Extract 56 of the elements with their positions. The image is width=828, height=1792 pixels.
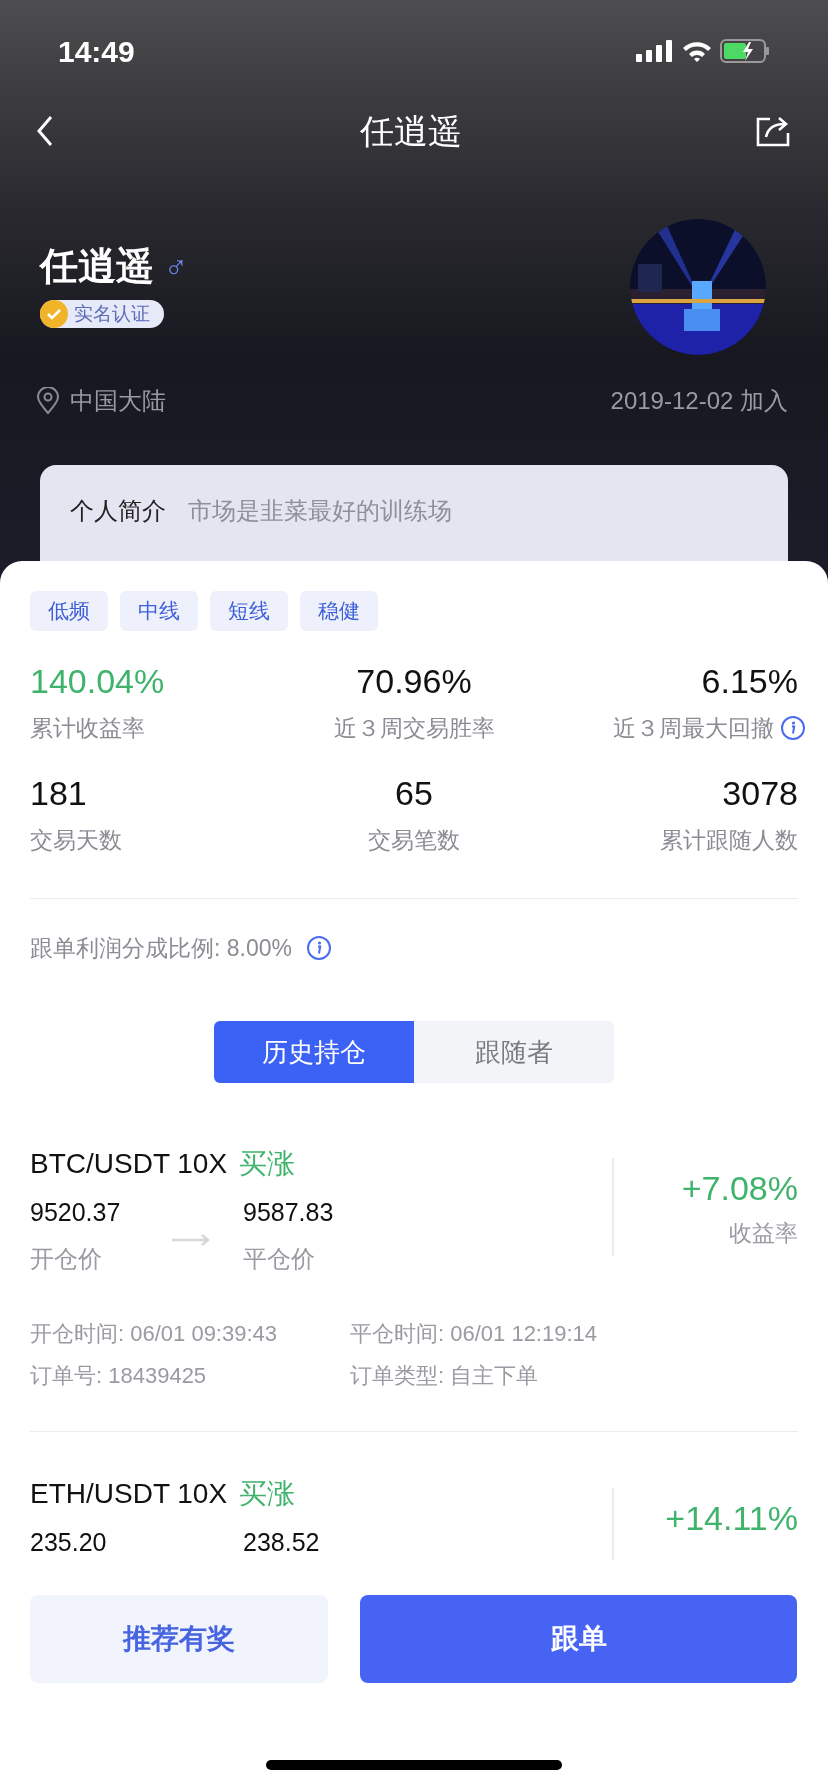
stat-label: 交易笔数: [368, 825, 460, 855]
style-tag: 低频: [30, 591, 108, 631]
open-price: 9520.37: [30, 1197, 122, 1229]
check-icon: [40, 300, 68, 328]
bio-text: 市场是韭菜最好的训练场: [188, 496, 452, 525]
stat-label: 累计收益率: [30, 713, 145, 743]
position-side: 买涨: [239, 1147, 296, 1181]
join-date: 2019-12-02 加入: [610, 386, 788, 416]
stat-value: 3078: [722, 773, 798, 813]
style-tag: 稳健: [300, 591, 378, 631]
tab[interactable]: 历史持仓: [214, 1021, 414, 1083]
stat-value: 6.15%: [701, 661, 798, 701]
back-icon: [36, 115, 54, 147]
profit-rate: +7.08%: [681, 1168, 798, 1208]
stat-label: 交易天数: [30, 825, 122, 855]
info-icon[interactable]: [780, 715, 806, 741]
bio-label: 个人简介: [70, 496, 166, 525]
profit-rate: +14.11%: [665, 1498, 798, 1538]
stat-value: 70.96%: [356, 661, 472, 701]
stat-value: 140.04%: [30, 661, 165, 701]
location-pin-icon: [36, 387, 60, 415]
close-price: 238.52: [243, 1527, 320, 1559]
signal-icon: [636, 40, 674, 62]
profit-label: 收益率: [729, 1219, 798, 1248]
user-name: 任逍遥: [40, 243, 154, 289]
male-sign: ♂: [164, 247, 188, 286]
close-time: 平仓时间: 06/01 12:19:14: [350, 1320, 599, 1347]
position-side: 买涨: [239, 1477, 296, 1511]
stat-value: 181: [30, 773, 87, 813]
trading-pair: ETH/USDT 10X: [30, 1477, 228, 1511]
open-price: 235.20: [30, 1527, 108, 1559]
order-number: 订单号: 18439425: [30, 1362, 208, 1389]
location-text: 中国大陆: [70, 386, 166, 416]
open-time: 开仓时间: 06/01 09:39:43: [30, 1320, 279, 1347]
verified-badge: 实名认证: [40, 300, 164, 328]
wifi-icon: [682, 40, 712, 62]
stat-value: 65: [395, 773, 433, 813]
referral-button[interactable]: 推荐有奖: [30, 1595, 328, 1683]
page-title: 任逍遥: [360, 110, 462, 152]
stat-label: 近３周交易胜率: [333, 713, 495, 743]
style-tag: 短线: [210, 591, 288, 631]
share-ratio-text: 跟单利润分成比例: 8.00%: [30, 933, 292, 963]
follow-button[interactable]: 跟单: [360, 1595, 797, 1683]
stat-label: 累计跟随人数: [660, 825, 798, 855]
open-price-label: 开仓价: [30, 1244, 103, 1271]
close-price-label: 平仓价: [243, 1244, 315, 1271]
arrow-icon: [172, 1234, 212, 1246]
share-icon: [756, 115, 790, 147]
stat-label: 近３周最大回撤: [613, 713, 774, 743]
battery-icon: [720, 39, 770, 63]
trading-pair: BTC/USDT 10X: [30, 1147, 228, 1181]
style-tag: 中线: [120, 591, 198, 631]
status-time: 14:49: [58, 33, 135, 70]
close-price: 9587.83: [243, 1197, 334, 1229]
info-icon[interactable]: [306, 935, 332, 961]
order-type: 订单类型: 自主下单: [350, 1362, 540, 1389]
